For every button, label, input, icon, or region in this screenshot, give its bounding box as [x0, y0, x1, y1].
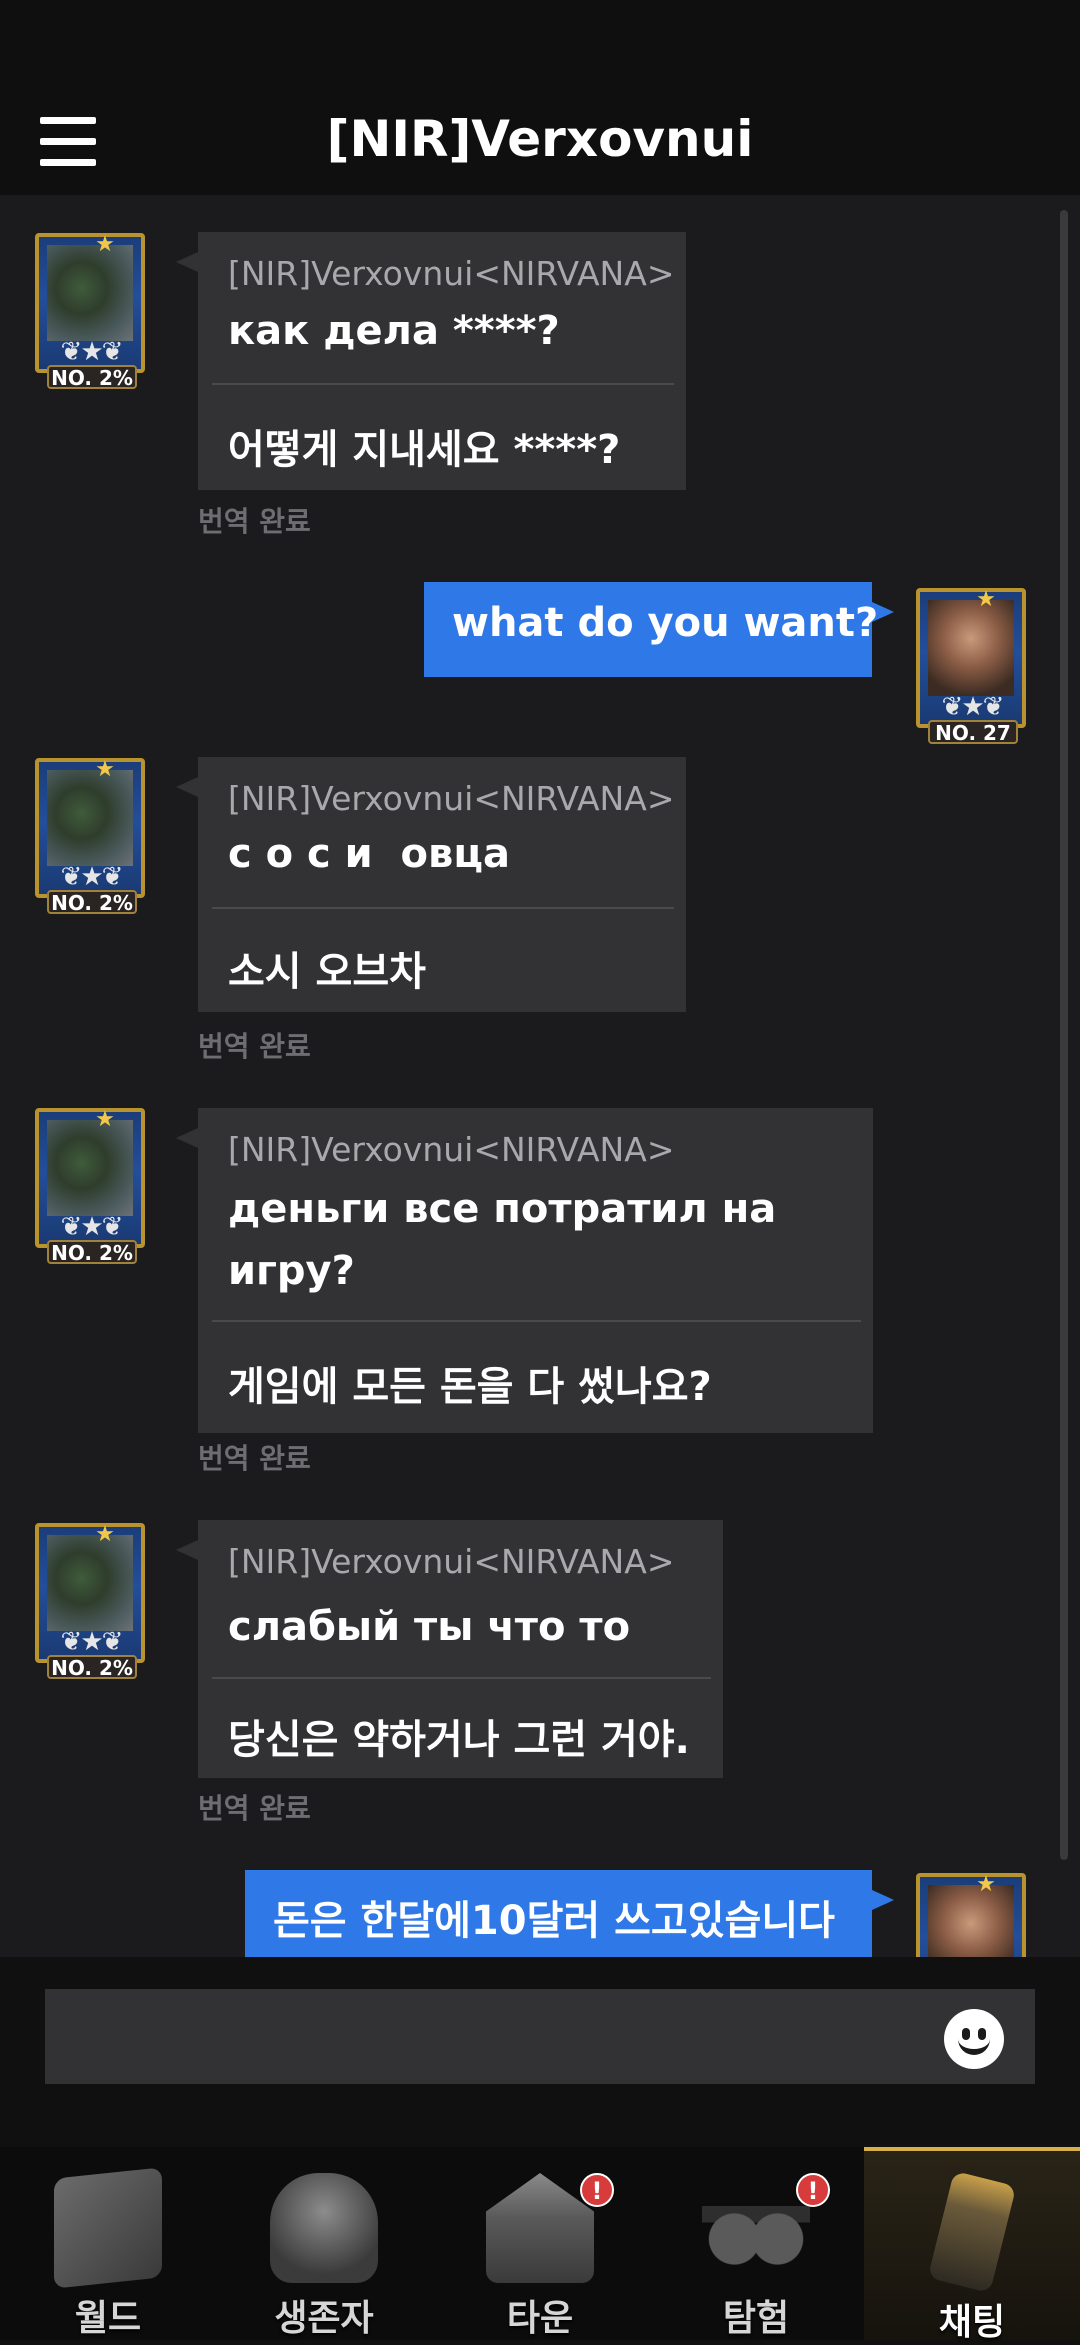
nav-tab-town[interactable]: ! 타운 [432, 2147, 648, 2340]
wings-emblem-icon: ❦★❦ [60, 1212, 124, 1242]
chat-message-list[interactable]: ★ ❦★❦ NO. 2% [NIR]Verxovnui<NIRVANA> как… [0, 195, 1080, 1957]
nav-tab-label: 타운 [506, 2298, 574, 2339]
binoculars-icon [702, 2173, 810, 2283]
translation-divider [212, 907, 674, 909]
message-original-text: как дела ****? [228, 308, 560, 354]
nav-tab-label: 생존자 [274, 2298, 374, 2339]
chat-header: [NIR]Verxovnui [0, 70, 1080, 195]
explore-notification-badge: ! [796, 2173, 830, 2207]
walkie-talkie-icon [927, 2170, 1017, 2294]
rank-badge: NO. 27 [928, 720, 1018, 744]
message-sender: [NIR]Verxovnui<NIRVANA> [228, 1542, 675, 1581]
message-translation-text: 소시 오브차 [228, 949, 426, 995]
nav-tab-world[interactable]: 월드 [0, 2147, 216, 2340]
status-bar [0, 0, 1080, 70]
rank-badge: NO. 2% [47, 1240, 137, 1264]
nav-tab-label: 탐험 [722, 2298, 790, 2339]
message-bubble[interactable]: [NIR]Verxovnui<NIRVANA> деньги все потра… [176, 1108, 873, 1433]
translation-status: 번역 완료 [198, 1442, 311, 1475]
translation-divider [212, 1677, 711, 1679]
sender-avatar[interactable]: ★ ❦★❦ NO. 2% [25, 1100, 155, 1265]
message-bubble[interactable]: [NIR]Verxovnui<NIRVANA> с о с и овца 소시 … [176, 757, 686, 1012]
message-translation-text: 게임에 모든 돈을 다 썼나요? [228, 1364, 712, 1410]
chat-input-bar [0, 1957, 1080, 2147]
message-translation-text: 당신은 약하거나 그런 거야. [228, 1717, 690, 1763]
sender-avatar[interactable]: ★ ❦★❦ NO. 2% [25, 225, 155, 390]
my-message-text: 돈은 한달에10달러 쓰고있습니다 [273, 1898, 835, 1944]
nav-tab-survivors[interactable]: 생존자 [216, 2147, 432, 2340]
translation-status: 번역 완료 [198, 505, 311, 538]
message-original-text: с о с и овца [228, 831, 510, 877]
nav-tab-label: 월드 [74, 2298, 142, 2339]
message-bubble[interactable]: [NIR]Verxovnui<NIRVANA> слабый ты что то… [176, 1520, 723, 1778]
sender-avatar[interactable]: ★ ❦★❦ NO. 2% [25, 750, 155, 915]
translation-divider [212, 1320, 861, 1322]
nav-tab-explore[interactable]: ! 탐험 [648, 2147, 864, 2340]
world-map-icon [54, 2167, 162, 2289]
bottom-navigation: 월드 생존자 ! 타운 ! 탐험 채팅 [0, 2147, 1080, 2343]
my-message-bubble[interactable]: what do you want? [424, 582, 894, 677]
rank-badge: NO. 2% [47, 365, 137, 389]
message-bubble[interactable]: [NIR]Verxovnui<NIRVANA> как дела ****? 어… [176, 232, 686, 490]
my-avatar[interactable]: ★ [906, 1865, 1036, 1957]
my-message-bubble[interactable]: 돈은 한달에10달러 쓰고있습니다 [245, 1870, 894, 1957]
sender-avatar[interactable]: ★ ❦★❦ NO. 2% [25, 1515, 155, 1680]
chat-message-input[interactable] [45, 1989, 1035, 2084]
smiley-icon[interactable] [944, 2009, 1004, 2069]
translation-divider [212, 383, 674, 385]
my-message-text: what do you want? [452, 600, 879, 646]
message-sender: [NIR]Verxovnui<NIRVANA> [228, 1130, 675, 1169]
message-sender: [NIR]Verxovnui<NIRVANA> [228, 254, 675, 293]
rank-badge: NO. 2% [47, 890, 137, 914]
wings-emblem-icon: ❦★❦ [60, 862, 124, 892]
nav-tab-chat[interactable]: 채팅 [864, 2147, 1080, 2343]
nav-tab-label: 채팅 [938, 2302, 1006, 2343]
translation-status: 번역 완료 [198, 1792, 311, 1825]
survivor-icon [270, 2173, 378, 2283]
wings-emblem-icon: ❦★❦ [60, 1627, 124, 1657]
message-original-text: слабый ты что то [228, 1604, 631, 1650]
town-icon [486, 2173, 594, 2283]
message-original-text: деньги все потратил на игру? [228, 1186, 777, 1294]
message-translation-text: 어떻게 지내세요 ****? [228, 427, 621, 473]
translation-status: 번역 완료 [198, 1030, 311, 1063]
rank-badge: NO. 2% [47, 1655, 137, 1679]
message-sender: [NIR]Verxovnui<NIRVANA> [228, 779, 675, 818]
wings-emblem-icon: ❦★❦ [941, 692, 1005, 722]
chat-scrollbar[interactable] [1060, 210, 1068, 1860]
town-notification-badge: ! [580, 2173, 614, 2207]
page-title: [NIR]Verxovnui [326, 110, 754, 168]
my-avatar[interactable]: ★ ❦★❦ NO. 27 [906, 580, 1036, 745]
wings-emblem-icon: ❦★❦ [60, 337, 124, 367]
